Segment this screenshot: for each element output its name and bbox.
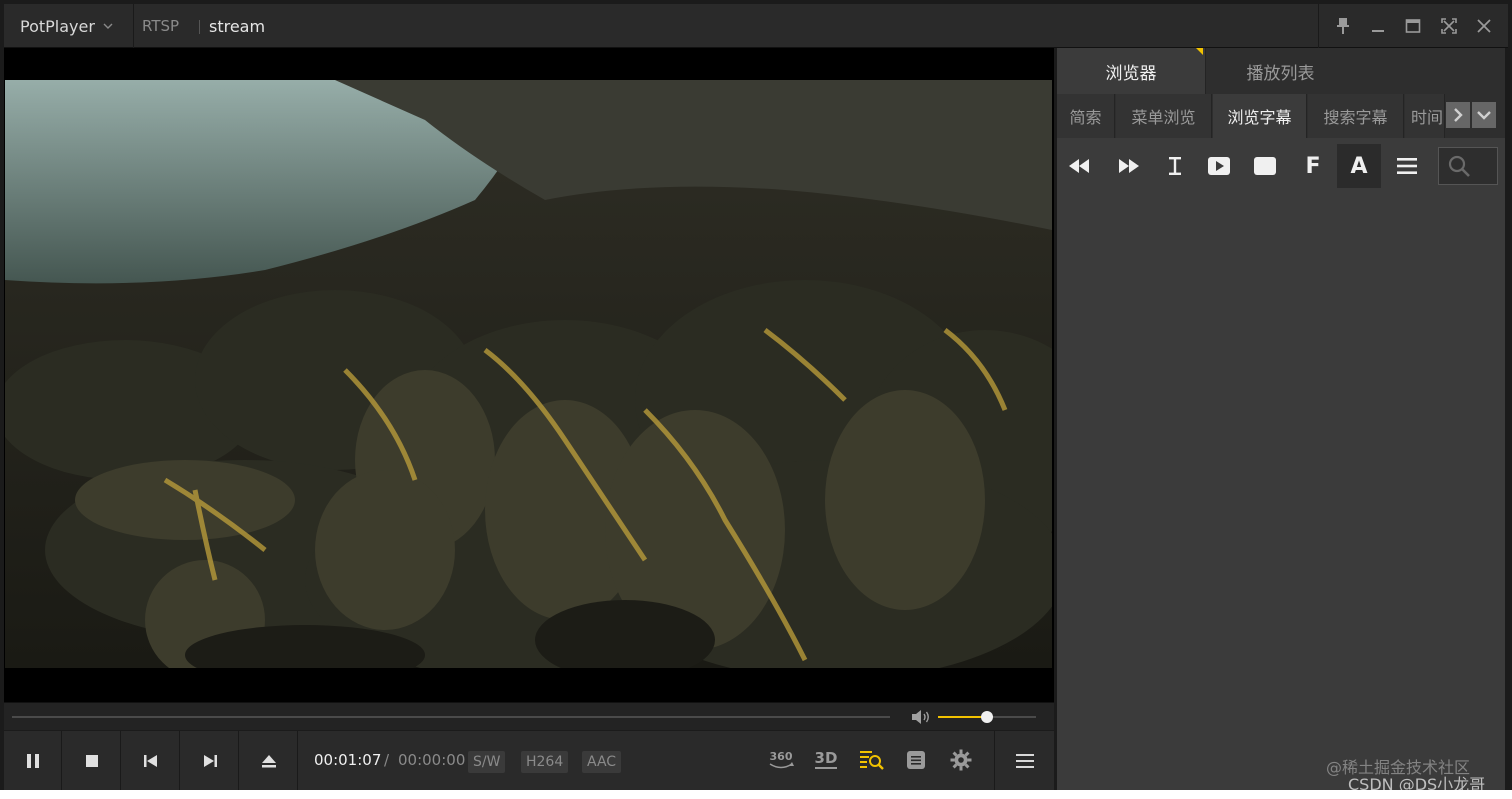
auto-style-label: A [1350, 153, 1368, 179]
playlist-panel-icon [907, 751, 925, 769]
tab-browser[interactable]: 浏览器 [1057, 48, 1205, 94]
underline-icon [815, 766, 837, 769]
search-icon [1448, 155, 1470, 177]
font-button[interactable]: F [1291, 144, 1335, 188]
subtitle-search-input[interactable] [1438, 147, 1498, 185]
video-area[interactable] [4, 48, 1054, 702]
font-label: F [1305, 153, 1321, 179]
play-video-icon [1208, 157, 1230, 175]
title-divider [199, 20, 200, 34]
previous-button[interactable] [122, 731, 180, 790]
tab-menu-browse-label: 菜单浏览 [1131, 108, 1196, 127]
tab-search-subtitles[interactable]: 搜索字幕 [1308, 94, 1404, 138]
settings-button[interactable] [946, 745, 976, 775]
bottom-edge [0, 790, 1512, 799]
panel-main-tabs: 浏览器 播放列表 [1057, 48, 1505, 94]
display-box-icon [1254, 157, 1276, 175]
list-view-button[interactable] [1385, 144, 1429, 188]
chevron-down-icon [103, 20, 113, 33]
minimize-icon[interactable] [1366, 14, 1390, 38]
stream-title: stream [209, 16, 266, 36]
side-panel: 浏览器 播放列表 简索 菜单浏览 浏览字幕 搜索字幕 时间 F A [1057, 48, 1505, 790]
list-icon [1397, 158, 1417, 174]
display-box-button[interactable] [1243, 144, 1287, 188]
gear-icon [950, 749, 972, 771]
next-button[interactable] [181, 731, 239, 790]
3d-button[interactable]: 3D [811, 745, 841, 775]
pause-button[interactable] [4, 731, 62, 790]
app-menu-button[interactable]: PotPlayer [6, 4, 134, 48]
total-time[interactable]: 00:00:00 [398, 751, 465, 769]
fast-forward-button[interactable] [1107, 144, 1151, 188]
title-bar: PotPlayer RTSP stream [4, 4, 1508, 48]
tab-scroll-right-button[interactable] [1446, 102, 1470, 128]
audio-codec-badge[interactable]: AAC [582, 751, 622, 773]
current-time[interactable]: 00:01:07 [314, 751, 381, 769]
3d-label: 3D [814, 748, 838, 767]
seek-bar[interactable] [12, 716, 890, 718]
hamburger-menu-icon [1015, 753, 1034, 768]
control-bar: 00:01:07 / 00:00:00 S/W H264 AAC 360 3D [4, 731, 1054, 790]
chevron-down-icon [1477, 111, 1491, 120]
tab-menu-browse[interactable]: 菜单浏览 [1116, 94, 1212, 138]
vr360-button[interactable]: 360 [766, 745, 796, 775]
time-separator: / [384, 751, 390, 769]
protocol-label: RTSP [142, 17, 180, 35]
pin-icon[interactable] [1331, 14, 1355, 38]
tab-browse-subtitles-label: 浏览字幕 [1227, 108, 1292, 127]
maximize-icon[interactable] [1401, 14, 1425, 38]
tab-search-subtitles-label: 搜索字幕 [1323, 108, 1388, 127]
tab-time-label: 时间 [1411, 108, 1444, 127]
rotate-arrow-icon [769, 761, 794, 768]
speaker-icon[interactable] [910, 708, 932, 726]
tab-browse-subtitles[interactable]: 浏览字幕 [1213, 94, 1307, 138]
auto-style-button[interactable]: A [1337, 144, 1381, 188]
window-controls [1318, 4, 1508, 48]
play-video-button[interactable] [1197, 144, 1241, 188]
subtitle-toolbar: F A [1057, 138, 1505, 190]
tab-playlist[interactable]: 播放列表 [1205, 48, 1355, 94]
rewind-icon [1069, 159, 1089, 173]
vr360-label: 360 [769, 749, 793, 763]
main-menu-button[interactable] [994, 731, 1054, 790]
seekbar-row [4, 702, 1054, 730]
tab-playlist-label: 播放列表 [1246, 63, 1315, 84]
next-icon [203, 754, 217, 767]
panel-sub-tabs: 简索 菜单浏览 浏览字幕 搜索字幕 时间 [1057, 94, 1505, 138]
eject-icon [261, 754, 276, 767]
volume-slider-handle[interactable] [981, 711, 993, 723]
fullscreen-icon[interactable] [1437, 14, 1461, 38]
tab-browser-label: 浏览器 [1105, 63, 1157, 84]
pause-icon [26, 753, 39, 768]
stop-icon [85, 754, 98, 767]
decoder-badge[interactable]: S/W [468, 751, 506, 773]
previous-icon [143, 754, 157, 767]
eject-button[interactable] [240, 731, 298, 790]
tab-brief[interactable]: 简索 [1057, 94, 1115, 138]
playlist-panel-button[interactable] [901, 745, 931, 775]
subtitle-search-button[interactable] [857, 745, 887, 775]
tab-time[interactable]: 时间 [1405, 94, 1445, 138]
subtitle-search-icon [860, 751, 884, 770]
volume-slider[interactable] [938, 711, 1036, 723]
volume-level-fill [938, 716, 987, 718]
potplayer-window: PotPlayer RTSP stream 00:01:07 / 00:00:0… [0, 0, 1512, 799]
app-name: PotPlayer [20, 16, 95, 36]
video-scene-image [5, 80, 1052, 668]
tab-brief-label: 简索 [1069, 108, 1102, 127]
active-tab-marker [1196, 48, 1203, 55]
text-cursor-button[interactable] [1153, 144, 1197, 188]
fast-forward-icon [1119, 159, 1139, 173]
video-frame[interactable] [5, 80, 1052, 668]
stop-button[interactable] [63, 731, 121, 790]
chevron-right-icon [1454, 108, 1463, 122]
video-codec-badge[interactable]: H264 [521, 751, 569, 773]
close-icon[interactable] [1472, 14, 1496, 38]
text-cursor-icon [1169, 157, 1181, 175]
tab-dropdown-button[interactable] [1472, 102, 1496, 128]
rewind-button[interactable] [1057, 144, 1101, 188]
